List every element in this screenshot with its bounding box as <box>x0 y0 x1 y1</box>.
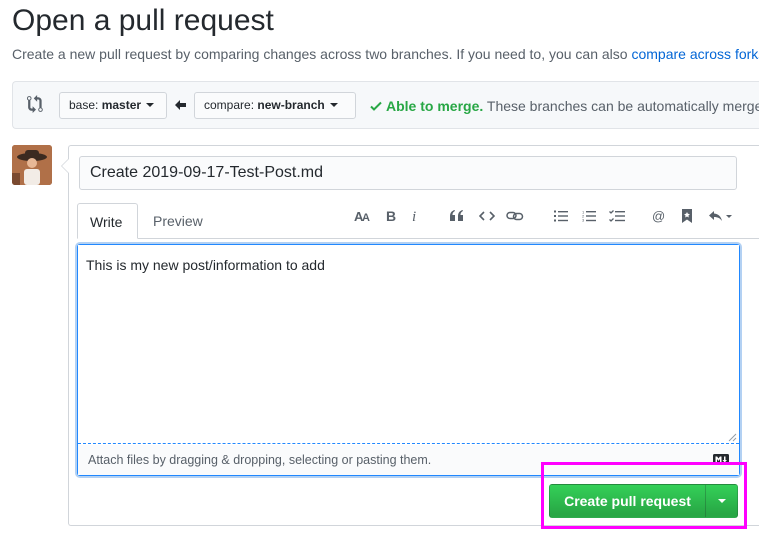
bulleted-list-icon[interactable] <box>551 206 571 226</box>
reply-icon[interactable] <box>707 206 735 226</box>
merge-status-detail: These branches can be automatically merg… <box>483 98 759 114</box>
base-branch-value: master <box>101 98 142 112</box>
attach-files-text: Attach files by dragging & dropping, sel… <box>88 453 432 467</box>
create-pull-request-label[interactable]: Create pull request <box>550 485 705 517</box>
reference-icon[interactable] <box>677 206 697 226</box>
quote-icon[interactable] <box>447 206 467 226</box>
check-icon <box>370 101 382 111</box>
svg-text:3: 3 <box>582 218 585 223</box>
compare-branch-select[interactable]: compare: new-branch <box>194 92 356 119</box>
arrow-left-icon <box>175 100 186 110</box>
bold-icon[interactable]: B <box>381 206 401 226</box>
base-branch-select[interactable]: base: master <box>59 92 167 119</box>
compare-prefix: compare: <box>204 98 258 112</box>
branch-range-bar: base: master compare: new-branch Able to… <box>12 81 759 129</box>
comment-editor: Attach files by dragging & dropping, sel… <box>77 244 740 476</box>
code-icon[interactable] <box>477 206 497 226</box>
avatar[interactable] <box>12 145 52 185</box>
svg-text:A: A <box>362 212 370 223</box>
svg-text:B: B <box>386 209 396 223</box>
chevron-down-icon <box>146 103 155 107</box>
base-prefix: base: <box>69 98 102 112</box>
page-subtitle: Create a new pull request by comparing c… <box>12 46 759 62</box>
merge-status-label: Able to merge. <box>386 98 484 114</box>
task-list-icon[interactable] <box>607 206 627 226</box>
compare-arrows-icon <box>27 95 43 113</box>
italic-icon[interactable]: i <box>405 206 425 226</box>
tab-write[interactable]: Write <box>77 203 138 239</box>
create-options-dropdown[interactable] <box>706 485 737 517</box>
resize-grip-icon[interactable] <box>728 433 737 442</box>
create-pull-request-button[interactable]: Create pull request <box>549 484 738 518</box>
header-icon[interactable]: AA <box>353 206 373 226</box>
mention-icon[interactable]: @ <box>649 206 669 226</box>
tab-preview[interactable]: Preview <box>141 203 215 239</box>
pr-body-textarea[interactable] <box>78 245 739 444</box>
subtitle-text: Create a new pull request by comparing c… <box>12 46 632 62</box>
page-title: Open a pull request <box>12 4 274 37</box>
link-icon[interactable] <box>505 206 525 226</box>
numbered-list-icon[interactable]: 123 <box>579 206 599 226</box>
avatar-image <box>12 145 52 185</box>
compare-branch-value: new-branch <box>257 98 325 112</box>
svg-text:@: @ <box>652 209 665 223</box>
chevron-down-icon <box>717 499 726 503</box>
chevron-down-icon <box>329 103 338 107</box>
pr-title-input[interactable] <box>79 156 737 190</box>
merge-status: Able to merge. These branches can be aut… <box>370 98 759 114</box>
compare-forks-link[interactable]: compare across forks. <box>631 46 759 62</box>
svg-text:i: i <box>412 209 416 223</box>
